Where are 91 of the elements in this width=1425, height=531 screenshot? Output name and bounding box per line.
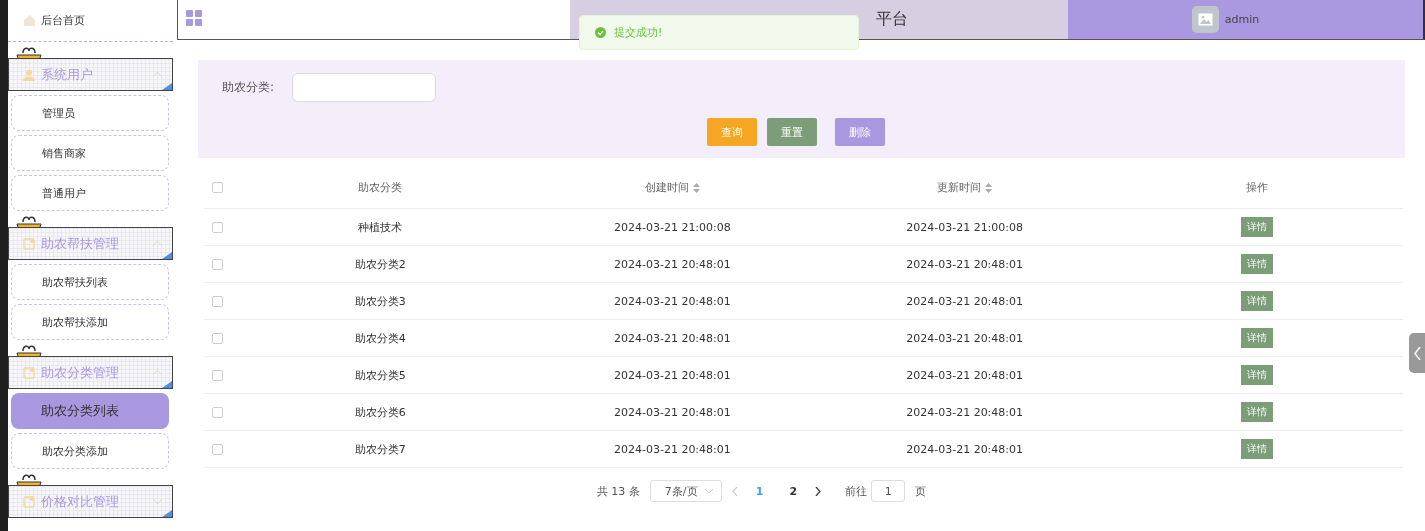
chevron-down-icon xyxy=(704,488,713,494)
details-button[interactable]: 详情 xyxy=(1240,402,1273,422)
page-number[interactable]: 2 xyxy=(781,484,806,498)
chevron-up-icon xyxy=(153,370,162,375)
home-label: 后台首页 xyxy=(41,13,85,28)
table-cell: 助农分类3 xyxy=(354,294,406,308)
goto-label: 前往 xyxy=(845,483,868,499)
table-cell: 2024-03-21 20:48:01 xyxy=(906,368,1024,382)
site-title: 平台 xyxy=(876,9,908,30)
user-icon xyxy=(23,68,35,81)
page-number[interactable]: 1 xyxy=(747,484,772,498)
table-cell: 助农分类6 xyxy=(354,405,406,419)
details-button[interactable]: 详情 xyxy=(1240,291,1273,311)
details-button[interactable]: 详情 xyxy=(1240,217,1273,237)
sidebar-group-header[interactable]: 系统用户 xyxy=(8,58,173,91)
table-cell: 2024-03-21 20:48:01 xyxy=(906,257,1024,271)
collapse-tab[interactable] xyxy=(1409,333,1425,373)
page-suffix: 页 xyxy=(915,483,927,499)
sidebar-item[interactable]: 销售商家 xyxy=(11,135,169,171)
chevron-down-icon xyxy=(153,499,162,504)
sidebar-item[interactable]: 助农帮扶添加 xyxy=(11,304,169,340)
search-button[interactable]: 查询 xyxy=(707,118,757,146)
table-cell: 2024-03-21 20:48:01 xyxy=(613,257,731,271)
checkbox[interactable] xyxy=(212,221,223,233)
table-cell: 助农分类2 xyxy=(354,257,406,271)
sidebar-group-header[interactable]: 助农帮扶管理 xyxy=(8,227,173,260)
sidebar-group-header[interactable]: 价格对比管理 xyxy=(8,485,173,518)
avatar-image-icon[interactable] xyxy=(1191,6,1219,33)
folded-corner-icon xyxy=(162,510,172,517)
reset-button[interactable]: 重置 xyxy=(767,118,817,146)
checkbox[interactable] xyxy=(212,369,223,381)
table-cell: 2024-03-21 20:48:01 xyxy=(613,331,731,345)
details-button[interactable]: 详情 xyxy=(1240,365,1273,385)
sidebar-item[interactable]: 普通用户 xyxy=(11,175,169,211)
sidebar-item[interactable]: 管理员 xyxy=(11,95,169,131)
category-input-field[interactable] xyxy=(292,73,437,102)
details-button[interactable]: 详情 xyxy=(1240,439,1273,459)
details-button[interactable]: 详情 xyxy=(1240,254,1273,274)
sort-icon[interactable] xyxy=(692,183,700,193)
table-cell: 助农分类4 xyxy=(354,331,406,345)
table-cell: 2024-03-21 20:48:01 xyxy=(906,331,1024,345)
note-icon xyxy=(23,237,35,250)
table-cell: 2024-03-21 20:48:01 xyxy=(613,442,731,456)
folded-corner-icon xyxy=(162,381,172,388)
prev-page-icon[interactable] xyxy=(731,486,738,496)
sort-icon[interactable] xyxy=(985,183,993,193)
note-icon xyxy=(23,366,35,379)
sidebar-item[interactable]: 助农分类列表 xyxy=(11,393,169,429)
username[interactable]: admin xyxy=(1224,13,1260,26)
sidebar-item[interactable]: 后台首页 xyxy=(8,0,173,42)
checkbox[interactable] xyxy=(212,182,223,193)
table-cell: 2024-03-21 20:48:01 xyxy=(613,294,731,308)
note-icon xyxy=(23,495,35,508)
checkbox[interactable] xyxy=(212,406,223,418)
table-cell: 种植技术 xyxy=(358,220,403,234)
next-page-icon[interactable] xyxy=(815,486,822,496)
home-icon xyxy=(24,15,35,26)
delete-button[interactable]: 删除 xyxy=(835,118,885,146)
column-header[interactable]: 创建时间 xyxy=(644,181,689,194)
sidebar-item[interactable]: 助农分类添加 xyxy=(11,433,169,469)
column-header[interactable]: 更新时间 xyxy=(937,181,982,194)
column-header: 操作 xyxy=(1245,181,1268,194)
sidebar-item[interactable]: 助农帮扶列表 xyxy=(11,264,169,300)
page-size-select[interactable]: 7条/页 xyxy=(649,480,722,502)
chevron-left-icon xyxy=(1413,346,1421,360)
checkbox[interactable] xyxy=(212,443,223,455)
table-cell: 2024-03-21 21:00:08 xyxy=(906,220,1024,234)
chevron-up-icon xyxy=(153,72,162,77)
table-cell: 助农分类5 xyxy=(354,368,406,382)
sidebar-group-header[interactable]: 助农分类管理 xyxy=(8,356,173,389)
checkbox[interactable] xyxy=(212,258,223,270)
check-circle-icon xyxy=(595,27,606,38)
total-count: 共 13 条 xyxy=(596,483,640,499)
table-cell: 助农分类7 xyxy=(354,442,406,456)
table-cell: 2024-03-21 20:48:01 xyxy=(906,442,1024,456)
checkbox[interactable] xyxy=(212,295,223,307)
details-button[interactable]: 详情 xyxy=(1240,328,1273,348)
field-label: 助农分类: xyxy=(222,79,275,96)
table-cell: 2024-03-21 21:00:08 xyxy=(613,220,731,234)
table-cell: 2024-03-21 20:48:01 xyxy=(613,405,731,419)
page-input-field[interactable]: 1 xyxy=(871,480,906,502)
checkbox[interactable] xyxy=(212,332,223,344)
table-cell: 2024-03-21 20:48:01 xyxy=(906,294,1024,308)
table-cell: 2024-03-21 20:48:01 xyxy=(613,368,731,382)
chevron-up-icon xyxy=(153,241,162,246)
table-cell: 2024-03-21 20:48:01 xyxy=(906,405,1024,419)
column-header: 助农分类 xyxy=(358,181,403,194)
toast-message: 提交成功! xyxy=(614,25,663,40)
folded-corner-icon xyxy=(162,252,172,259)
folded-corner-icon xyxy=(162,83,172,90)
grid-menu-icon[interactable] xyxy=(186,10,202,26)
